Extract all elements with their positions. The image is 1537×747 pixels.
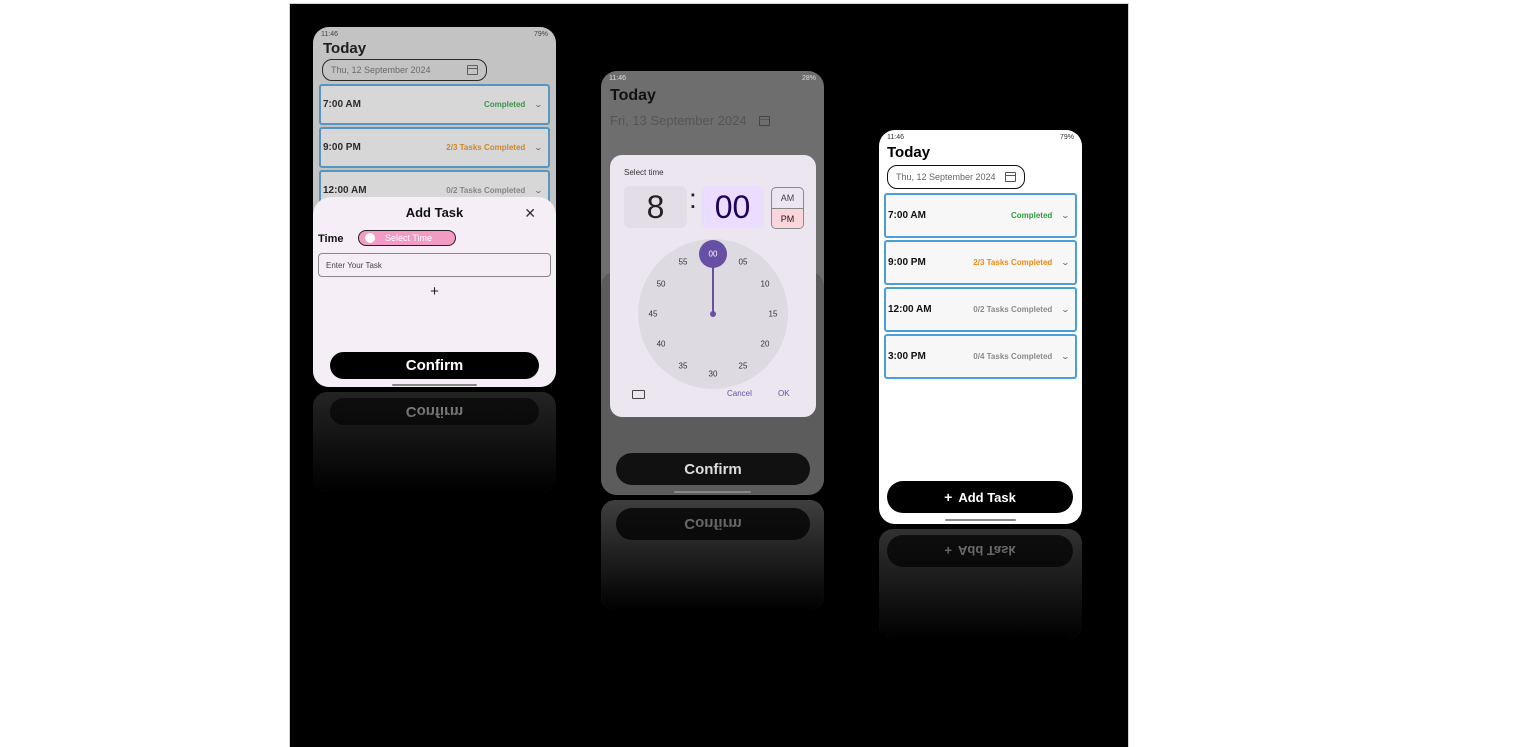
status-time: 11:46 xyxy=(887,133,904,141)
reflection-fade xyxy=(313,392,556,492)
time-slot[interactable]: 7:00 AM Completed ⌄ xyxy=(884,193,1077,238)
page-title: Today xyxy=(887,144,931,161)
cancel-button[interactable]: Cancel xyxy=(727,389,752,398)
task-input-placeholder: Enter Your Task xyxy=(326,260,382,270)
select-time-label: Select Time xyxy=(385,233,433,243)
phone-add-task: 11:46 79% Today Thu, 12 September 2024 7… xyxy=(313,27,556,387)
dial-number[interactable]: 25 xyxy=(735,361,751,370)
keyboard-icon[interactable] xyxy=(632,390,645,399)
phone-task-list: 11:46 79% Today Thu, 12 September 2024 7… xyxy=(879,130,1082,524)
period-selector: AM PM xyxy=(771,187,804,229)
dial-number[interactable]: 30 xyxy=(705,370,721,379)
slot-status: 0/2 Tasks Completed xyxy=(973,305,1053,314)
select-time-button[interactable]: Select Time xyxy=(358,230,456,246)
slot-time: 3:00 PM xyxy=(888,351,926,362)
add-task-sheet: Add Task ✕ Time Select Time Enter Your T… xyxy=(313,197,556,387)
picker-title: Select time xyxy=(624,168,664,177)
calendar-icon[interactable] xyxy=(758,115,770,126)
time-label: Time xyxy=(318,233,344,245)
page-title: Today xyxy=(610,87,656,104)
hour-field[interactable]: 8 xyxy=(624,186,687,228)
dial-number[interactable]: 50 xyxy=(653,280,669,289)
phone-reflection: + Add Task xyxy=(879,529,1082,639)
time-slot[interactable]: 3:00 PM 0/4 Tasks Completed ⌄ xyxy=(884,334,1077,379)
chevron-down-icon[interactable]: ⌄ xyxy=(1061,305,1070,314)
slot-status: 0/4 Tasks Completed xyxy=(973,352,1053,361)
status-bar: 11:46 79% xyxy=(879,130,1082,144)
chevron-down-icon[interactable]: ⌄ xyxy=(1061,258,1070,267)
date-picker-field[interactable]: Thu, 12 September 2024 xyxy=(887,165,1025,189)
slot-status: Completed xyxy=(1010,211,1053,220)
am-toggle[interactable]: AM xyxy=(772,188,803,209)
date-value: Fri, 13 September 2024 xyxy=(610,113,747,128)
dial-number[interactable]: 20 xyxy=(757,340,773,349)
dial-number[interactable]: 55 xyxy=(675,258,691,267)
confirm-button[interactable]: Confirm xyxy=(616,453,810,485)
time-slot[interactable]: 9:00 PM 2/3 Tasks Completed ⌄ xyxy=(884,240,1077,285)
nav-handle xyxy=(392,384,477,386)
dial-number[interactable]: 10 xyxy=(757,280,773,289)
status-time: 11:46 xyxy=(609,74,626,82)
calendar-icon[interactable] xyxy=(1005,172,1016,182)
date-field[interactable]: Fri, 13 September 2024 xyxy=(610,113,770,128)
nav-handle xyxy=(945,519,1016,521)
status-battery: 79% xyxy=(1059,133,1074,141)
dial-number[interactable]: 00 xyxy=(705,250,721,259)
clock-dial[interactable]: 00 05 10 15 20 25 30 35 40 45 50 55 xyxy=(638,239,788,389)
slot-time: 12:00 AM xyxy=(888,304,932,315)
reflection-fade xyxy=(879,529,1082,639)
status-battery: 28% xyxy=(801,74,816,82)
dial-number[interactable]: 05 xyxy=(735,258,751,267)
dial-number[interactable]: 35 xyxy=(675,361,691,370)
time-slot[interactable]: 12:00 AM 0/2 Tasks Completed ⌄ xyxy=(884,287,1077,332)
add-icon[interactable]: + xyxy=(313,283,556,300)
pm-toggle[interactable]: PM xyxy=(772,209,803,228)
plus-icon: + xyxy=(944,489,953,505)
add-task-button[interactable]: + Add Task xyxy=(887,481,1073,513)
phone-reflection: Confirm xyxy=(313,392,556,492)
reflection-fade xyxy=(601,500,824,610)
dial-center xyxy=(710,311,716,317)
dial-number[interactable]: 40 xyxy=(653,340,669,349)
close-icon[interactable]: ✕ xyxy=(524,205,536,222)
nav-handle xyxy=(674,491,751,493)
dial-number[interactable]: 45 xyxy=(645,310,661,319)
slot-time: 9:00 PM xyxy=(888,257,926,268)
chevron-down-icon[interactable]: ⌄ xyxy=(1061,352,1070,361)
phone-reflection: Confirm xyxy=(601,500,824,610)
slot-status: 2/3 Tasks Completed xyxy=(973,258,1053,267)
clock-icon xyxy=(365,233,375,243)
task-input[interactable]: Enter Your Task xyxy=(318,253,551,277)
phone-time-picker: 11:46 28% Today Fri, 13 September 2024 S… xyxy=(601,71,824,495)
ok-button[interactable]: OK xyxy=(778,389,790,398)
minute-field[interactable]: 00 xyxy=(701,186,764,228)
showcase-stage: 11:46 79% Today Thu, 12 September 2024 7… xyxy=(289,3,1129,747)
confirm-button[interactable]: Confirm xyxy=(330,352,539,379)
time-picker-dialog: Select time 8 : 00 AM PM 00 05 10 15 20 25 30 3… xyxy=(610,155,816,417)
chevron-down-icon[interactable]: ⌄ xyxy=(1061,211,1070,220)
time-separator: : xyxy=(689,183,697,214)
date-value: Thu, 12 September 2024 xyxy=(896,172,996,182)
sheet-title: Add Task xyxy=(405,205,464,220)
status-bar: 11:46 28% xyxy=(601,71,824,85)
slot-time: 7:00 AM xyxy=(888,210,926,221)
dial-number[interactable]: 15 xyxy=(765,310,781,319)
add-task-label: Add Task xyxy=(958,489,1016,505)
